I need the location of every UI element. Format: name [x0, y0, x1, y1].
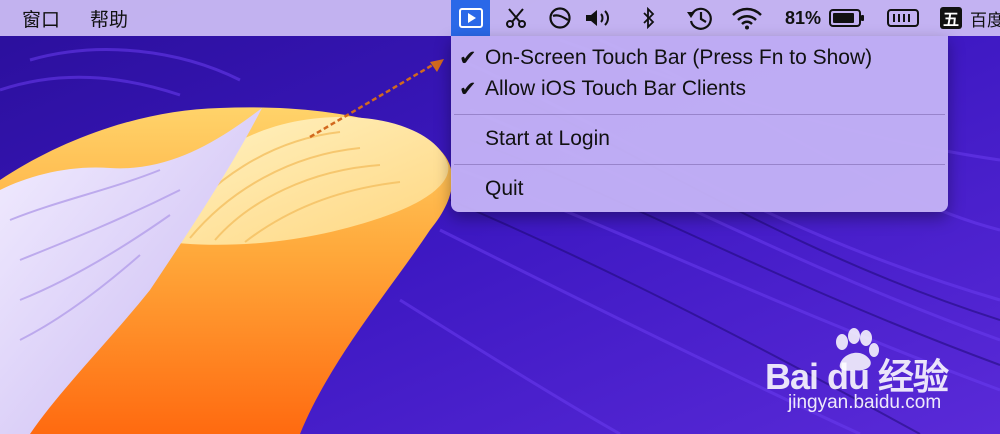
menu-help[interactable]: 帮助 — [60, 5, 128, 32]
wifi-status-item[interactable] — [728, 0, 766, 36]
circle-slash-icon — [549, 7, 571, 29]
volume-icon — [586, 10, 609, 26]
battery-status-item[interactable] — [826, 0, 868, 36]
input-method-label: 五 — [940, 7, 962, 29]
menu-item-label: Allow iOS Touch Bar Clients — [485, 77, 747, 100]
menu-item-label: On-Screen Touch Bar (Press Fn to Show) — [485, 46, 873, 69]
bluetooth-icon — [643, 7, 655, 29]
time-machine-icon — [687, 7, 712, 30]
checkmark-icon: ✔ — [459, 46, 477, 70]
truncated-status-label[interactable]: 百度 — [970, 0, 1000, 36]
touchbar-dropdown-menu: ✔ On-Screen Touch Bar (Press Fn to Show)… — [451, 36, 948, 212]
bluetooth-status-item[interactable] — [638, 0, 660, 36]
input-method-status-item[interactable]: 五 — [938, 0, 964, 36]
touchbar-preview-status-item[interactable] — [884, 0, 922, 36]
menu-separator — [454, 114, 945, 115]
play-touchbar-icon — [458, 8, 483, 28]
menu-item-on-screen-touch-bar[interactable]: ✔ On-Screen Touch Bar (Press Fn to Show) — [451, 43, 948, 73]
menu-separator — [454, 164, 945, 165]
clean-status-item[interactable] — [545, 0, 575, 36]
baidu-watermark-url: jingyan.baidu.com — [788, 392, 942, 413]
volume-status-item[interactable] — [582, 0, 616, 36]
wifi-icon — [732, 7, 762, 30]
menu-item-start-at-login[interactable]: Start at Login — [451, 124, 948, 154]
touchbar-status-item[interactable] — [451, 0, 490, 36]
menu-item-label: Quit — [485, 177, 524, 200]
scissors-status-item[interactable] — [500, 0, 532, 36]
menu-item-label: Start at Login — [485, 127, 610, 150]
checkmark-icon: ✔ — [459, 77, 477, 101]
touchbar-preview-icon — [887, 9, 919, 27]
battery-percent: 81% — [784, 7, 822, 28]
menu-window[interactable]: 窗口 — [0, 5, 60, 32]
app-menus: 窗口 帮助 — [0, 0, 128, 36]
menu-item-quit[interactable]: Quit — [451, 174, 948, 204]
menu-item-allow-ios-clients[interactable]: ✔ Allow iOS Touch Bar Clients — [451, 74, 948, 104]
time-machine-status-item[interactable] — [683, 0, 717, 36]
scissors-icon — [506, 8, 526, 28]
battery-icon — [829, 9, 864, 27]
